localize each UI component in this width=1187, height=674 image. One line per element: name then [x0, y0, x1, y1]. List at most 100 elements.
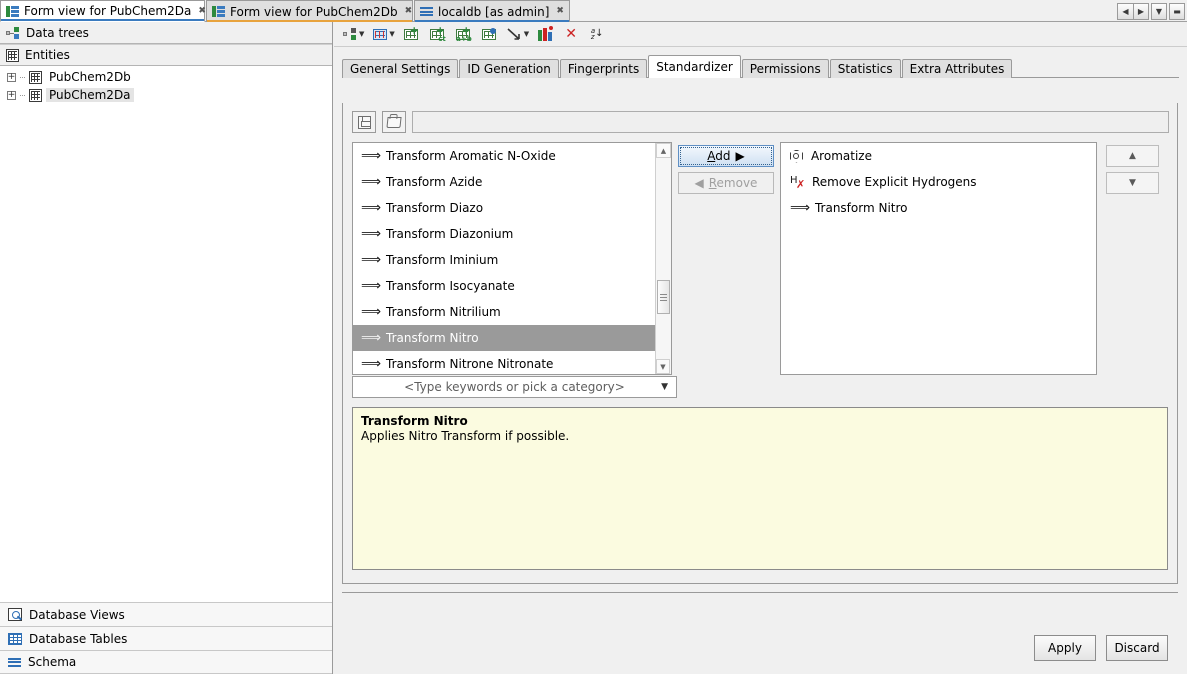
- data-tree-dropdown-button[interactable]: ▼: [340, 25, 364, 43]
- list-item-label: Transform Iminium: [386, 253, 498, 267]
- close-icon[interactable]: ✖: [198, 7, 206, 16]
- entities-grid-icon: [6, 49, 19, 62]
- add-button-label: Add: [707, 149, 730, 163]
- close-icon[interactable]: ✖: [405, 7, 413, 16]
- list-item-label: Transform Aromatic N-Oxide: [386, 149, 556, 163]
- list-item-label: Transform Nitrone Nitronate: [386, 357, 553, 371]
- move-down-button[interactable]: ▼: [1106, 172, 1159, 194]
- window-tab-label: localdb [as admin]: [438, 5, 549, 19]
- transform-arrow-icon: ⟹: [361, 305, 378, 319]
- tab-permissions[interactable]: Permissions: [742, 59, 829, 78]
- database-tables-icon: [8, 633, 22, 645]
- category-combo[interactable]: <Type keywords or pick a category> ▼: [352, 376, 677, 398]
- sidebar-bottom-nav: Database Views Database Tables Schema: [0, 602, 332, 674]
- restore-window-button[interactable]: ▬: [1169, 3, 1185, 20]
- tree-item-label: PubChem2Da: [46, 88, 134, 102]
- sidebar-item-label: Schema: [28, 655, 76, 669]
- settings-tab-strip: General Settings ID Generation Fingerpri…: [334, 54, 1187, 78]
- tab-standardizer[interactable]: Standardizer: [648, 55, 741, 78]
- tree-row-pubchem2db[interactable]: + PubChem2Db: [0, 68, 332, 86]
- scrollbar-thumb[interactable]: [657, 280, 670, 314]
- list-item[interactable]: Aromatize: [781, 143, 1096, 169]
- tab-extra-attributes[interactable]: Extra Attributes: [902, 59, 1013, 78]
- sidebar-header-data-trees[interactable]: Data trees: [0, 22, 332, 44]
- statistics-button[interactable]: [535, 25, 555, 43]
- tab-label: Extra Attributes: [910, 62, 1005, 76]
- list-item-label: Remove Explicit Hydrogens: [812, 175, 977, 189]
- form-view-icon: [6, 6, 19, 17]
- tab-label: Standardizer: [656, 60, 733, 74]
- new-ct-table-button[interactable]: +ct: [427, 25, 447, 43]
- list-item[interactable]: ⟹ Transform Nitro: [781, 195, 1096, 221]
- tab-list-dropdown-button[interactable]: ▼: [1151, 3, 1167, 20]
- relation-dropdown-button[interactable]: ▼: [505, 25, 529, 43]
- list-item-label: Transform Nitro: [386, 331, 479, 345]
- table-plus-ab-icon: +a+b: [456, 29, 470, 40]
- list-item-selected[interactable]: ⟹ Transform Nitro: [353, 325, 671, 351]
- window-tab-localdb[interactable]: localdb [as admin] ✖: [414, 0, 570, 22]
- relation-arrow-icon: [505, 25, 525, 43]
- tab-label: Permissions: [750, 62, 821, 76]
- sidebar-section-label: Entities: [25, 48, 70, 62]
- nav-forward-button[interactable]: ▶: [1133, 3, 1149, 20]
- sidebar-item-database-views[interactable]: Database Views: [0, 602, 332, 626]
- select-table-dropdown-button[interactable]: ▼: [370, 25, 394, 43]
- nav-back-button[interactable]: ◀: [1117, 3, 1133, 20]
- list-item[interactable]: ⟹ Transform Azide: [353, 169, 671, 195]
- database-views-icon: [8, 608, 22, 621]
- apply-button[interactable]: Apply: [1034, 635, 1096, 661]
- window-tab-label: Form view for PubChem2Da: [24, 4, 191, 18]
- scroll-up-button[interactable]: ▲: [656, 143, 671, 158]
- tab-id-generation[interactable]: ID Generation: [459, 59, 559, 78]
- window-tab-bar: Form view for PubChem2Da ✖ Form view for…: [0, 0, 1187, 22]
- list-item[interactable]: ⟹ Transform Nitrone Nitronate: [353, 351, 671, 375]
- list-item[interactable]: ⟹ Transform Diazo: [353, 195, 671, 221]
- available-list-scrollbar[interactable]: ▲ ▼: [655, 143, 671, 374]
- sidebar-section-entities[interactable]: Entities: [0, 44, 332, 66]
- sidebar-item-schema[interactable]: Schema: [0, 650, 332, 674]
- sort-az-button[interactable]: az ↓: [587, 25, 607, 43]
- list-item[interactable]: ⟹ Transform Isocyanate: [353, 273, 671, 299]
- red-x-icon: ✕: [565, 27, 577, 41]
- tab-general-settings[interactable]: General Settings: [342, 59, 458, 78]
- available-transforms-list[interactable]: ⟹ Transform Aromatic N-Oxide ⟹ Transform…: [352, 142, 672, 375]
- list-item[interactable]: ⟹ Transform Nitrilium: [353, 299, 671, 325]
- sidebar-item-database-tables[interactable]: Database Tables: [0, 626, 332, 650]
- list-item[interactable]: ⟹ Transform Diazonium: [353, 221, 671, 247]
- new-table-button[interactable]: +: [401, 25, 421, 43]
- add-button[interactable]: Add ▶: [678, 145, 774, 167]
- window-tab-form-view-pubchem2db[interactable]: Form view for PubChem2Db ✖: [206, 0, 413, 22]
- new-ab-table-button[interactable]: +a+b: [453, 25, 473, 43]
- new-view-button[interactable]: [479, 25, 499, 43]
- data-tree-icon: [340, 25, 360, 43]
- window-tab-form-view-pubchem2da[interactable]: Form view for PubChem2Da ✖: [0, 0, 205, 22]
- list-item[interactable]: ⟹ Transform Aromatic N-Oxide: [353, 143, 671, 169]
- add-label-rest: dd: [715, 149, 730, 163]
- selected-transforms-list[interactable]: Aromatize H✗ Remove Explicit Hydrogens ⟹…: [780, 142, 1097, 375]
- expander-plus-icon[interactable]: +: [7, 73, 16, 82]
- list-item[interactable]: H✗ Remove Explicit Hydrogens: [781, 169, 1096, 195]
- transform-arrow-icon: ⟹: [361, 149, 378, 163]
- discard-button[interactable]: Discard: [1106, 635, 1168, 661]
- config-path-input[interactable]: [412, 111, 1169, 133]
- save-config-button[interactable]: [352, 111, 376, 133]
- tree-row-pubchem2da[interactable]: + PubChem2Da: [0, 86, 332, 104]
- description-title: Transform Nitro: [361, 414, 1167, 428]
- arrow-left-icon: ◀: [694, 176, 703, 190]
- data-trees-icon: [6, 27, 20, 39]
- remove-accel-letter: R: [709, 176, 717, 190]
- remove-button[interactable]: ◀ Remove: [678, 172, 774, 194]
- delete-button[interactable]: ✕: [561, 25, 581, 43]
- open-config-button[interactable]: [382, 111, 406, 133]
- window-tab-label: Form view for PubChem2Db: [230, 5, 398, 19]
- move-up-button[interactable]: ▲: [1106, 145, 1159, 167]
- tab-statistics[interactable]: Statistics: [830, 59, 901, 78]
- close-icon[interactable]: ✖: [556, 7, 564, 16]
- scroll-down-button[interactable]: ▼: [656, 359, 670, 374]
- list-item[interactable]: ⟹ Transform Iminium: [353, 247, 671, 273]
- form-view-icon: [212, 6, 225, 17]
- color-bars-icon: [538, 28, 552, 41]
- tab-fingerprints[interactable]: Fingerprints: [560, 59, 647, 78]
- expander-plus-icon[interactable]: +: [7, 91, 16, 100]
- tree-item-label: PubChem2Db: [46, 70, 134, 84]
